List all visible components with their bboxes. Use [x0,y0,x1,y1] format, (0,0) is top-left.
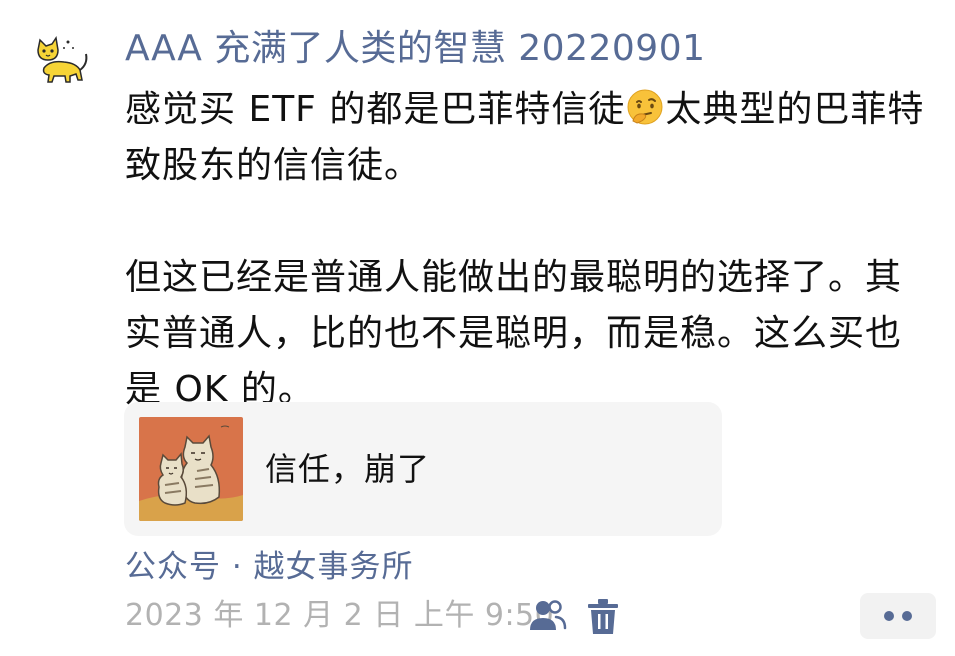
avatar[interactable] [30,30,94,94]
more-dot-icon [902,611,912,621]
shared-article-card[interactable]: 信任，崩了 [124,402,722,536]
article-thumbnail [139,417,243,521]
more-dot-icon [884,611,894,621]
post-content: AAA 充满了人类的智慧 20220901 感觉买 ETF 的都是巴菲特信徒 太典… [125,24,940,418]
moment-post: AAA 充满了人类的智慧 20220901 感觉买 ETF 的都是巴菲特信徒 太典… [0,0,955,656]
source-link[interactable]: 公众号 · 越女事务所 [125,545,414,589]
yellow-cat-icon [30,30,94,94]
more-dots-button[interactable] [860,593,936,639]
post-line-4: 实普通人，比的也不是聪明，而是稳。这么买也 [125,313,903,354]
post-text: 感觉买 ETF 的都是巴菲特信徒 太典型的巴菲特 致股东的信信徒。 但这已经是普通… [125,82,940,418]
article-title: 信任，崩了 [265,450,431,488]
friends-visibility-icon[interactable] [528,598,568,634]
post-line-1-start: 感觉买 ETF 的都是巴菲特信徒 [125,89,626,130]
author-name[interactable]: AAA 充满了人类的智慧 20220901 [125,24,940,74]
post-line-3: 但这已经是普通人能做出的最聪明的选择了。其 [125,257,903,298]
two-tabby-cats-illustration-icon [139,417,243,521]
post-line-1-end: 太典型的巴菲特 [665,89,925,130]
post-line-1: 感觉买 ETF 的都是巴菲特信徒 太典型的巴菲特 [125,82,940,138]
post-line-2: 致股东的信信徒。 [125,145,422,186]
trash-icon[interactable] [586,598,620,636]
thinking-face-emoji-icon [625,87,665,127]
post-timestamp: 2023 年 12 月 2 日 上午 9:50 [125,598,555,633]
